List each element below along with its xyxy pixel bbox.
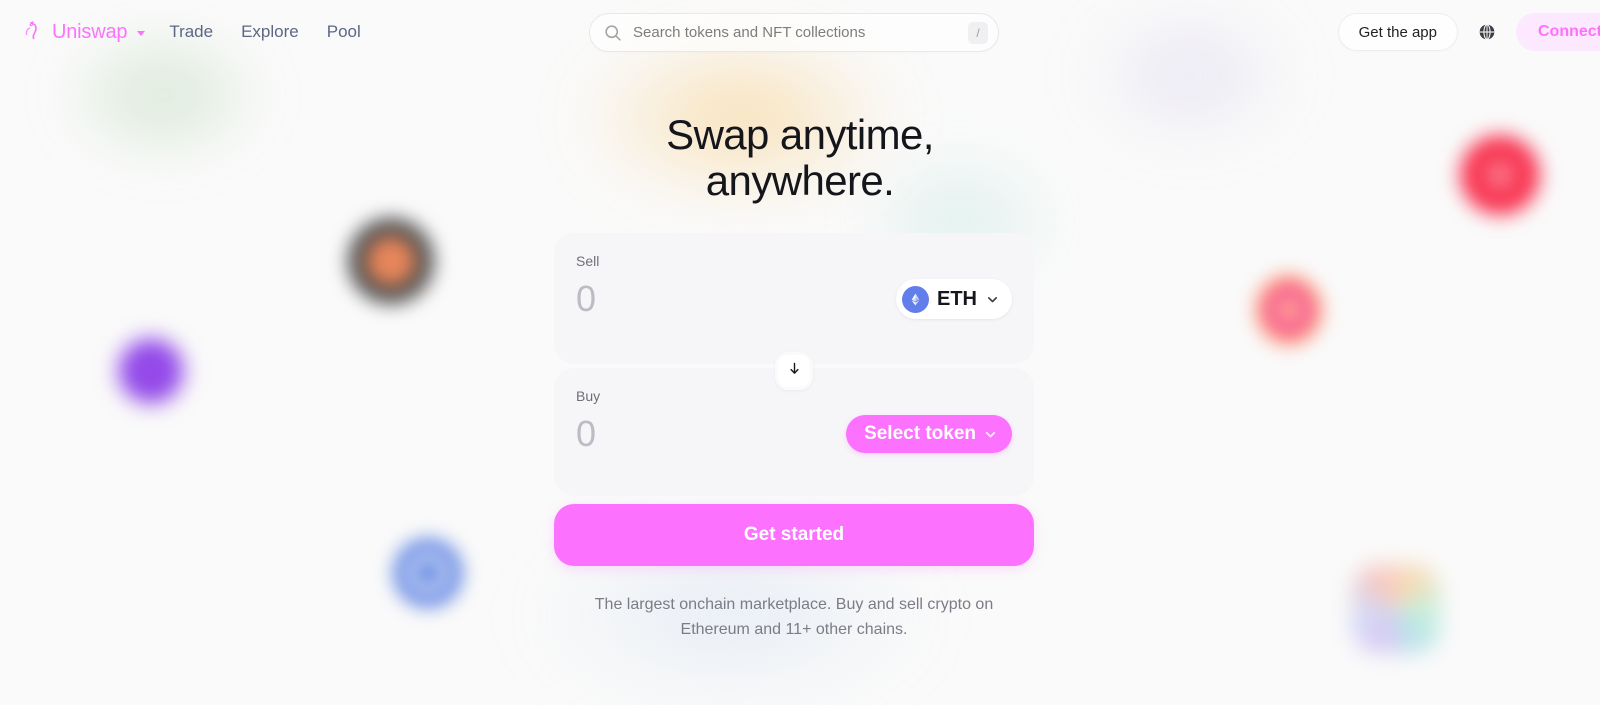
hero-section: Swap anytime, anywhere. xyxy=(520,112,1080,204)
blue-ring-token-blob-decoration xyxy=(383,528,473,618)
purple-token-blob-decoration xyxy=(108,328,194,414)
red-token-blob-decoration xyxy=(1453,128,1547,222)
unicorn-logo-icon xyxy=(22,19,44,46)
select-token-label: Select token xyxy=(864,423,976,444)
buy-amount-input[interactable]: 0 xyxy=(576,412,596,456)
subtitle-line-1: The largest onchain marketplace. Buy and… xyxy=(594,596,994,613)
buy-row: 0 Select token xyxy=(576,412,1012,456)
nav-item-pool[interactable]: Pool xyxy=(313,14,375,50)
nav-item-explore[interactable]: Explore xyxy=(227,14,313,50)
subtitle-line-2: Ethereum and 11+ other chains. xyxy=(680,621,908,638)
arrow-down-icon xyxy=(787,361,802,381)
sell-amount-input[interactable]: 0 xyxy=(576,277,596,321)
chevron-down-icon xyxy=(983,427,998,442)
brand-name-label: Uniswap xyxy=(52,20,128,43)
dark-orange-token-blob-decoration xyxy=(345,215,437,307)
rainbow-token-blob-decoration xyxy=(1352,565,1440,653)
buy-token-selector[interactable]: Select token xyxy=(846,415,1012,453)
swap-widget: Sell 0 ETH Buy 0 Select token Get starte… xyxy=(554,233,1034,642)
sell-label: Sell xyxy=(576,253,600,269)
top-navigation-bar: Uniswap Trade Explore Pool xyxy=(0,0,1600,64)
nav-item-trade[interactable]: Trade xyxy=(155,14,227,50)
ethereum-icon xyxy=(902,285,929,313)
chevron-down-icon xyxy=(137,30,146,36)
sell-token-symbol: ETH xyxy=(937,287,977,310)
sell-token-selector[interactable]: ETH xyxy=(896,279,1012,319)
chevron-down-icon xyxy=(985,292,1000,307)
get-started-button[interactable]: Get started xyxy=(554,504,1034,566)
nav-left-group: Uniswap Trade Explore Pool xyxy=(0,13,375,52)
swap-direction-button[interactable] xyxy=(775,352,813,390)
page-title-line-2: anywhere. xyxy=(705,157,895,204)
sell-row: 0 ETH xyxy=(576,277,1012,321)
uniswap-brand-button[interactable]: Uniswap xyxy=(16,13,155,52)
page-title-line-1: Swap anytime, xyxy=(666,111,934,158)
buy-label: Buy xyxy=(576,388,601,404)
uniswap-app-page: Uniswap Trade Explore Pool Search tokens… xyxy=(0,0,1600,705)
marketplace-subtitle: The largest onchain marketplace. Buy and… xyxy=(554,592,1034,642)
sunset-token-blob-decoration xyxy=(1232,270,1327,365)
sell-panel: Sell 0 ETH xyxy=(554,233,1034,364)
